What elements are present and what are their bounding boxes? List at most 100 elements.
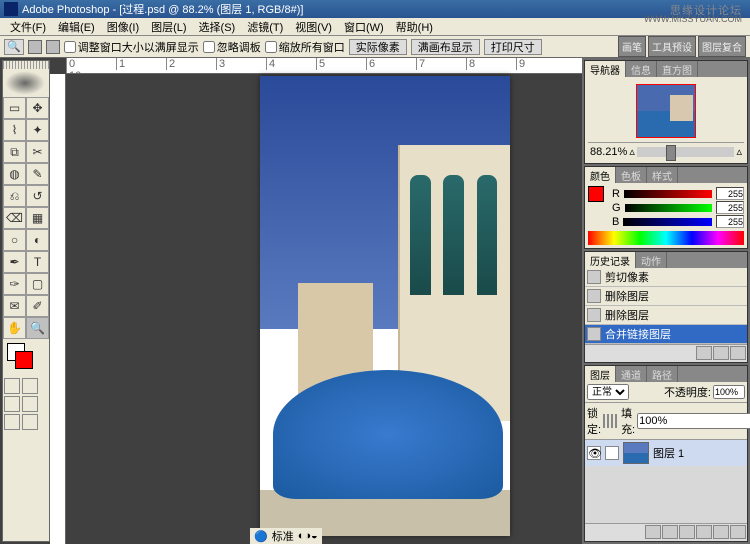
fit-window-checkbox[interactable]: 调整窗口大小以满屏显示 (64, 39, 199, 55)
zoom-tool-icon[interactable]: 🔍 (4, 39, 24, 55)
tab-actions[interactable]: 动作 (636, 252, 667, 268)
screen-mode-2-icon[interactable] (22, 396, 38, 412)
r-input[interactable] (716, 187, 744, 200)
zoom-in-icon[interactable] (28, 40, 42, 54)
blend-mode-select[interactable]: 正常 (587, 384, 629, 400)
hand-tool[interactable]: ✋ (3, 317, 26, 339)
tab-layers[interactable]: 图层 (585, 366, 616, 382)
menu-help[interactable]: 帮助(H) (390, 17, 439, 37)
vertical-ruler[interactable] (50, 74, 66, 544)
quickmask-mode-icon[interactable] (22, 378, 38, 394)
tab-styles[interactable]: 样式 (647, 167, 678, 183)
layer-name[interactable]: 图层 1 (653, 445, 684, 461)
menu-layer[interactable]: 图层(L) (145, 17, 192, 37)
menu-filter[interactable]: 滤镜(T) (241, 17, 289, 37)
g-slider[interactable] (625, 204, 712, 212)
brush-tab[interactable]: 画笔 (618, 36, 646, 57)
eyedropper-tool[interactable]: ✐ (26, 295, 49, 317)
stamp-tool[interactable]: ⎌ (3, 185, 26, 207)
shape-tool[interactable]: ▢ (26, 273, 49, 295)
history-item[interactable]: 剪切像素 (585, 268, 747, 287)
visibility-icon[interactable]: 👁 (587, 446, 601, 460)
marquee-tool[interactable]: ▭ (3, 97, 26, 119)
tab-color[interactable]: 颜色 (585, 167, 616, 183)
blur-tool[interactable]: ○ (3, 229, 26, 251)
toolbox-handle[interactable] (3, 61, 49, 69)
layer-thumbnail[interactable] (623, 442, 649, 464)
zoom-out-button[interactable]: ▵ (629, 145, 635, 158)
opacity-input[interactable] (713, 385, 745, 399)
layer-row[interactable]: 👁 图层 1 (585, 440, 747, 466)
zoom-in-button[interactable]: ▵ (736, 145, 742, 158)
screen-mode-3-icon[interactable] (4, 414, 20, 430)
lock-pixels-icon[interactable] (607, 414, 609, 428)
layer-comps-tab[interactable]: 图层复合 (698, 36, 746, 57)
tab-info[interactable]: 信息 (626, 61, 657, 77)
lock-position-icon[interactable] (611, 414, 613, 428)
history-item[interactable]: 合并链接图层 (585, 325, 747, 344)
ignore-palettes-checkbox[interactable]: 忽略调板 (203, 39, 261, 55)
delete-layer-icon[interactable] (730, 525, 746, 539)
fit-screen-button[interactable]: 满画布显示 (411, 39, 480, 55)
navigator-thumbnail[interactable] (636, 84, 696, 138)
tab-histogram[interactable]: 直方图 (657, 61, 698, 77)
history-brush-tool[interactable]: ↺ (26, 185, 49, 207)
heal-tool[interactable]: ◍ (3, 163, 26, 185)
menu-file[interactable]: 文件(F) (4, 17, 52, 37)
document-canvas[interactable] (260, 76, 510, 536)
actual-pixels-button[interactable]: 实际像素 (349, 39, 407, 55)
screen-mode-1-icon[interactable] (4, 396, 20, 412)
zoom-out-icon[interactable] (46, 40, 60, 54)
tab-channels[interactable]: 通道 (616, 366, 647, 382)
new-layer-icon[interactable] (713, 525, 729, 539)
dodge-tool[interactable]: ◐ (26, 229, 49, 251)
menu-window[interactable]: 窗口(W) (338, 17, 390, 37)
eraser-tool[interactable]: ⌫ (3, 207, 26, 229)
history-item[interactable]: 删除图层 (585, 306, 747, 325)
gradient-tool[interactable]: ▦ (26, 207, 49, 229)
path-tool[interactable]: ✒ (3, 251, 26, 273)
zoom-all-checkbox[interactable]: 缩放所有窗口 (265, 39, 345, 55)
snapshot-icon[interactable] (696, 346, 712, 360)
zoom-slider[interactable] (637, 147, 735, 157)
crop-tool[interactable]: ⧉ (3, 141, 26, 163)
brush-tool[interactable]: ✎ (26, 163, 49, 185)
jump-to-icon[interactable] (22, 414, 38, 430)
color-spectrum[interactable] (588, 231, 744, 245)
zoom-percent[interactable]: 88.21% (590, 146, 627, 158)
wand-tool[interactable]: ✦ (26, 119, 49, 141)
tab-swatches[interactable]: 色板 (616, 167, 647, 183)
zoom-tool[interactable]: 🔍 (26, 317, 49, 339)
background-swatch[interactable] (15, 351, 33, 369)
trash-icon[interactable] (730, 346, 746, 360)
new-doc-icon[interactable] (713, 346, 729, 360)
fill-input[interactable] (637, 413, 750, 429)
move-tool[interactable]: ✥ (26, 97, 49, 119)
link-icon[interactable] (605, 446, 619, 460)
adjustment-icon[interactable] (696, 525, 712, 539)
pen-tool[interactable]: ✑ (3, 273, 26, 295)
menu-view[interactable]: 视图(V) (289, 17, 338, 37)
tab-navigator[interactable]: 导航器 (585, 61, 626, 77)
notes-tool[interactable]: ✉ (3, 295, 26, 317)
b-slider[interactable] (623, 218, 712, 226)
horizontal-ruler[interactable]: 012345678910 (66, 58, 582, 74)
g-input[interactable] (716, 201, 744, 214)
tab-paths[interactable]: 路径 (647, 366, 678, 382)
menu-select[interactable]: 选择(S) (193, 17, 242, 37)
mask-icon[interactable] (662, 525, 678, 539)
slice-tool[interactable]: ✂ (26, 141, 49, 163)
type-tool[interactable]: T (26, 251, 49, 273)
folder-icon[interactable] (679, 525, 695, 539)
tab-history[interactable]: 历史记录 (585, 252, 636, 268)
lasso-tool[interactable]: ⌇ (3, 119, 26, 141)
fx-icon[interactable] (645, 525, 661, 539)
tool-presets-tab[interactable]: 工具预设 (648, 36, 696, 57)
color-swatches[interactable] (7, 343, 45, 373)
print-size-button[interactable]: 打印尺寸 (484, 39, 542, 55)
menu-image[interactable]: 图像(I) (101, 17, 145, 37)
r-slider[interactable] (624, 190, 712, 198)
color-fg-swatch[interactable] (588, 186, 604, 202)
menu-edit[interactable]: 编辑(E) (52, 17, 101, 37)
lock-transparent-icon[interactable] (603, 414, 605, 428)
